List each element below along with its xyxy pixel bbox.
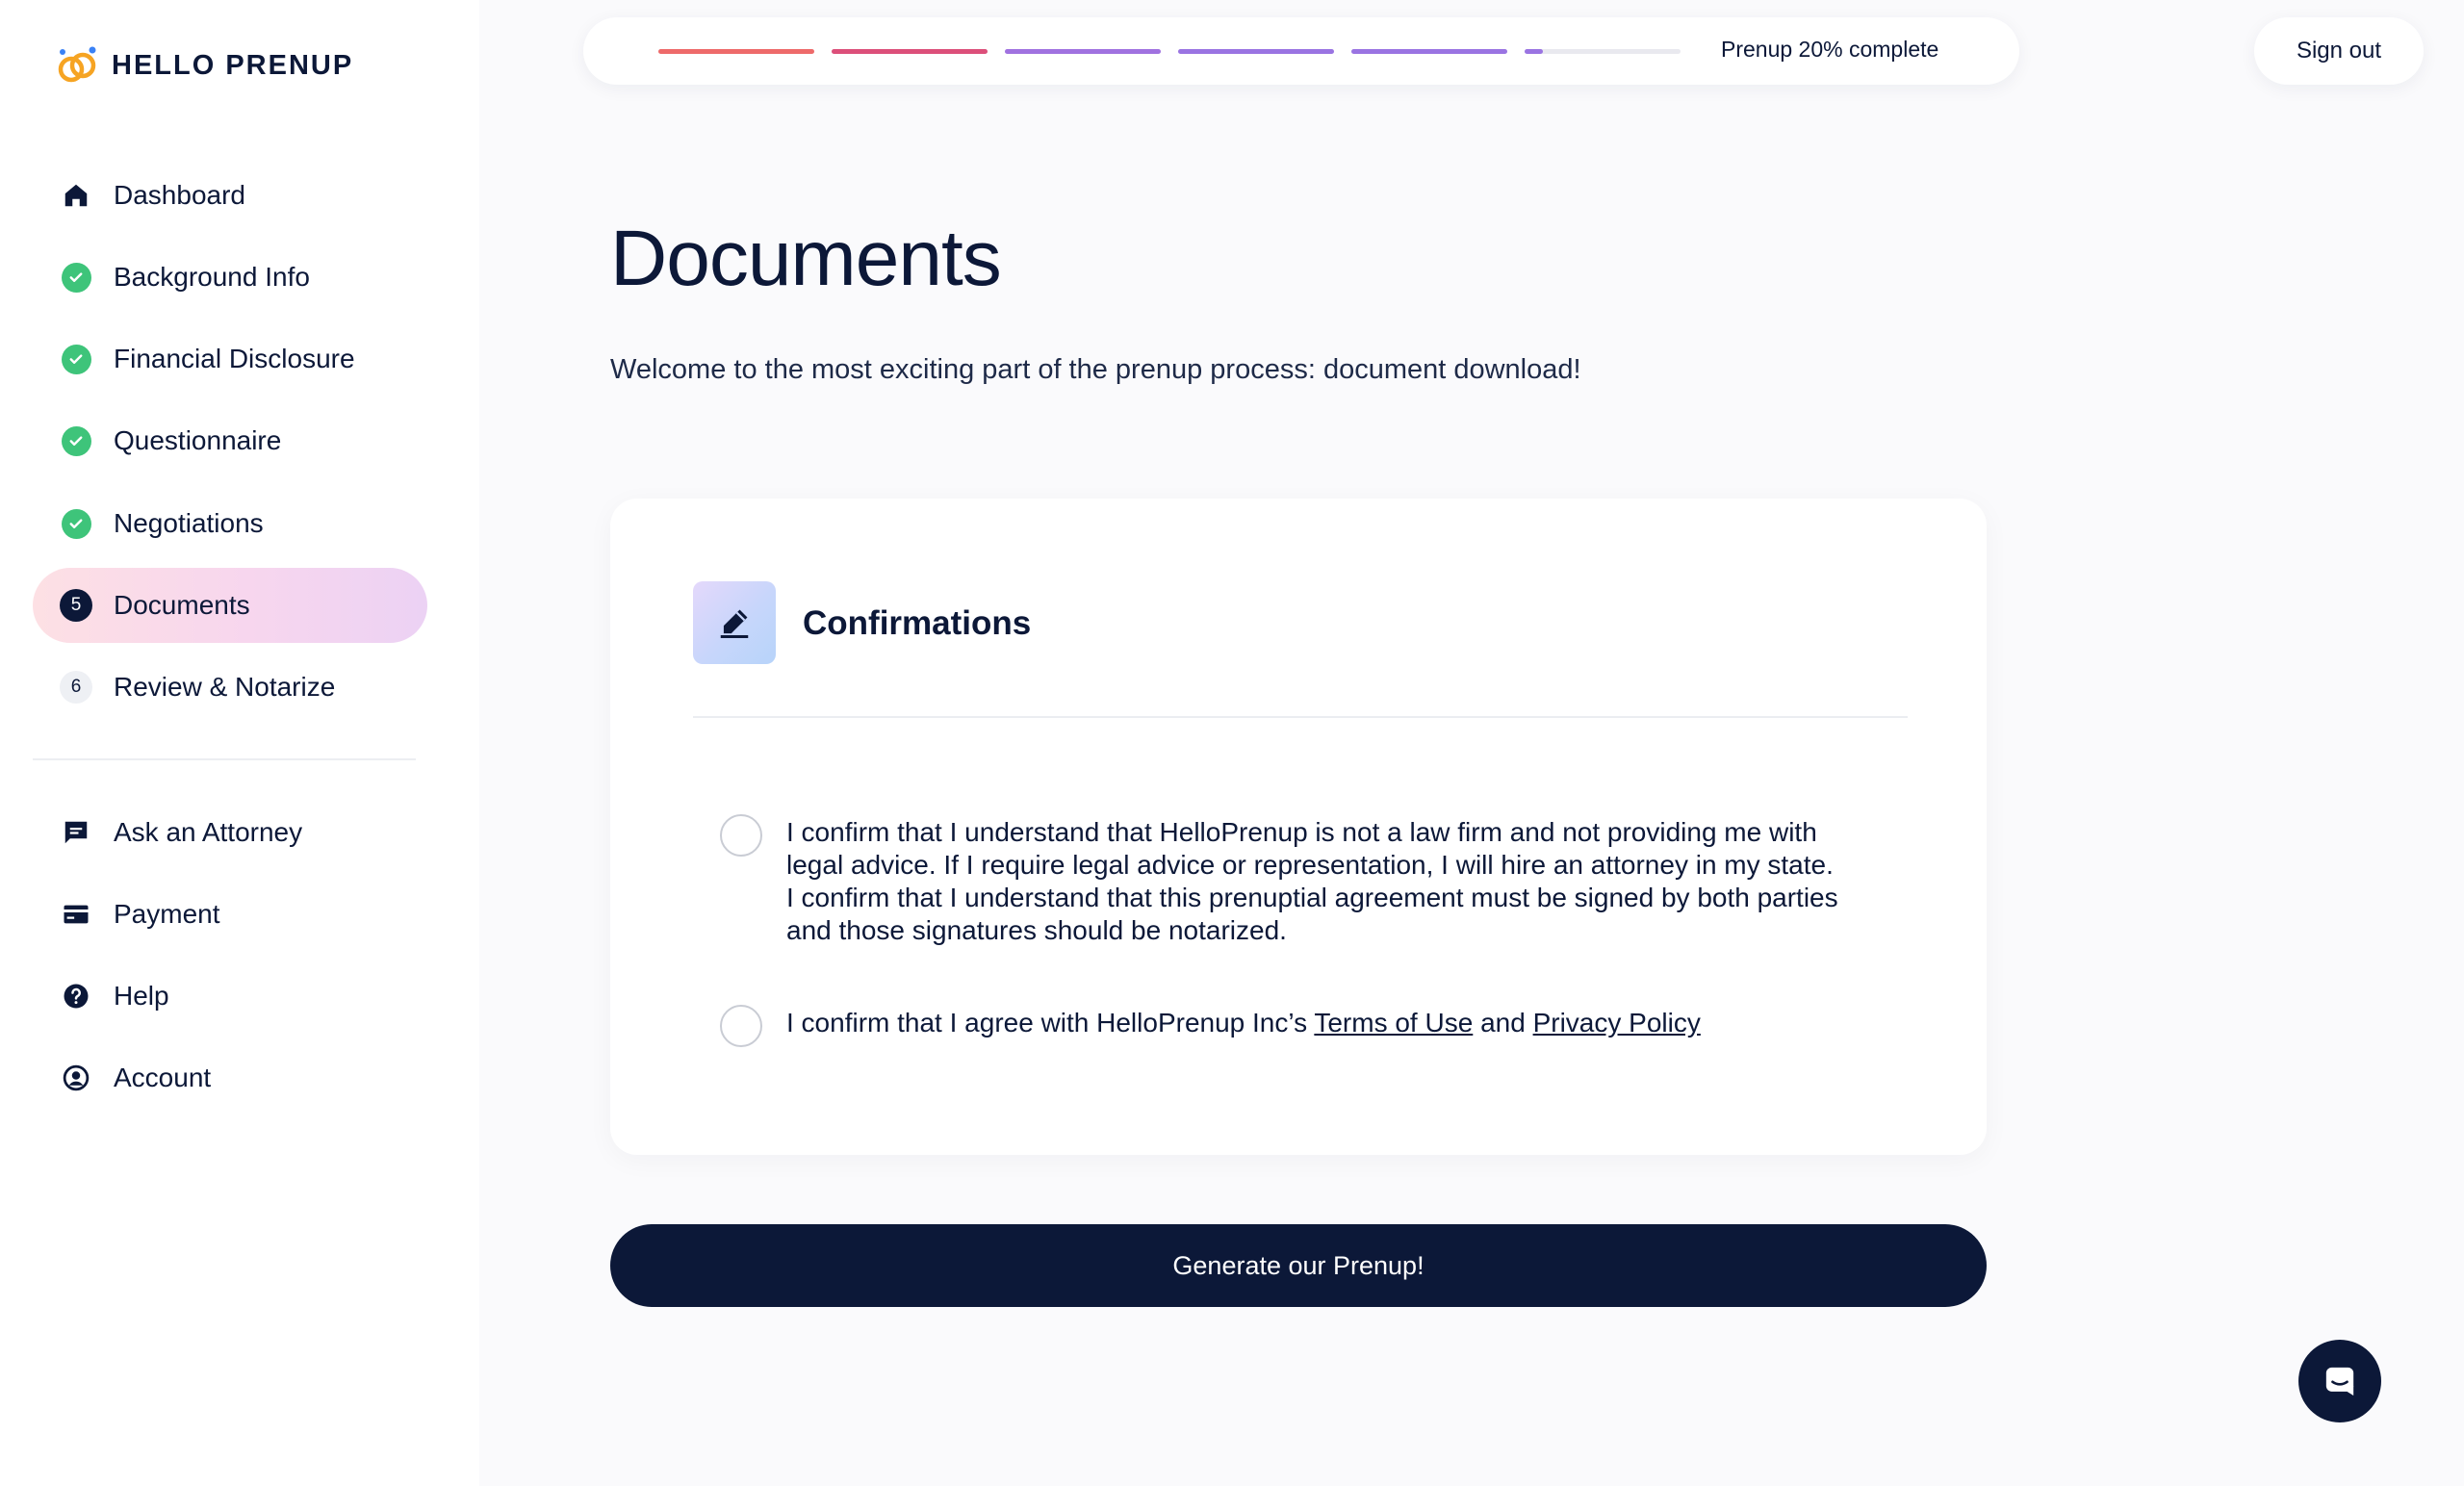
card-title: Confirmations (803, 604, 1032, 642)
sidebar-item-financial-disclosure[interactable]: Financial Disclosure (33, 321, 427, 397)
confirm-legal-text: I confirm that I understand that HelloPr… (786, 817, 1838, 945)
home-icon (60, 179, 92, 212)
sidebar-item-questionnaire[interactable]: Questionnaire (33, 403, 427, 478)
sidebar-item-label: Financial Disclosure (114, 344, 355, 373)
sidebar-item-background-info[interactable]: Background Info (33, 240, 427, 315)
edit-icon (693, 581, 776, 664)
sidebar-item-account[interactable]: Account (33, 1040, 427, 1115)
terms-of-use-link[interactable]: Terms of Use (1314, 1008, 1473, 1038)
progress-segment-fill (1525, 49, 1543, 54)
sidebar-item-label: Negotiations (114, 508, 264, 538)
sidebar-item-label: Account (114, 1063, 212, 1092)
sidebar-item-dashboard[interactable]: Dashboard (33, 158, 427, 233)
sidebar-item-label: Payment (114, 899, 220, 929)
step-number-badge: 5 (60, 589, 92, 622)
check-circle-icon (60, 261, 92, 294)
help-icon (60, 980, 92, 1012)
check-circle-icon (60, 424, 92, 457)
card-divider (693, 716, 1908, 718)
sidebar-item-label: Background Info (114, 262, 310, 292)
sidebar-divider (33, 758, 416, 760)
check-circle-icon (60, 507, 92, 540)
logo[interactable]: HELLO PRENUP (54, 42, 353, 89)
logo-text: HELLO PRENUP (112, 49, 354, 81)
sidebar-item-help[interactable]: Help (33, 959, 427, 1034)
page-title: Documents (610, 215, 1002, 302)
sidebar-item-label: Help (114, 981, 169, 1011)
progress-label: Prenup 20% complete (1721, 37, 1939, 62)
sidebar-item-label: Documents (114, 590, 250, 620)
progress-segment-fill (658, 49, 814, 54)
sidebar-item-label: Ask an Attorney (114, 817, 303, 847)
progress-segment-fill (1178, 49, 1334, 54)
sidebar-item-payment[interactable]: Payment (33, 877, 427, 952)
progress-bar: Prenup 20% complete (583, 17, 2019, 85)
progress-segment-fill (1005, 49, 1161, 54)
confirm-terms-radio[interactable] (720, 1005, 762, 1047)
progress-segment-fill (832, 49, 988, 54)
progress-segment-fill (1351, 49, 1507, 54)
check-circle-icon (60, 343, 92, 375)
credit-card-icon (60, 898, 92, 931)
sidebar-item-negotiations[interactable]: Negotiations (33, 486, 427, 561)
sidebar: HELLO PRENUP Dashboard Background Info F… (0, 0, 479, 1486)
chat-icon (60, 816, 92, 849)
generate-prenup-button[interactable]: Generate our Prenup! (610, 1224, 1987, 1307)
confirm-terms-text: I confirm that I agree with HelloPrenup … (786, 1008, 1701, 1038)
logo-rings-icon (58, 46, 96, 83)
sidebar-item-label: Review & Notarize (114, 672, 336, 702)
app-root: HELLO PRENUP Dashboard Background Info F… (0, 0, 2464, 1486)
progress-segment-track (1525, 49, 1681, 54)
sidebar-item-documents[interactable]: 5 Documents (33, 568, 427, 643)
page-subtitle: Welcome to the most exciting part of the… (610, 354, 1581, 385)
privacy-policy-link[interactable]: Privacy Policy (1533, 1008, 1701, 1038)
sidebar-item-label: Dashboard (114, 180, 245, 210)
sidebar-item-review-notarize[interactable]: 6 Review & Notarize (33, 650, 427, 725)
confirmations-card: Confirmations I confirm that I understan… (610, 499, 1987, 1155)
confirm-legal-radio[interactable] (720, 814, 762, 857)
sign-out-button[interactable]: Sign out (2254, 17, 2424, 85)
step-number-badge: 6 (60, 671, 92, 704)
account-icon (60, 1062, 92, 1094)
sidebar-item-label: Questionnaire (114, 425, 282, 455)
chat-launcher-icon[interactable] (2298, 1340, 2381, 1422)
sidebar-item-ask-attorney[interactable]: Ask an Attorney (33, 795, 427, 870)
